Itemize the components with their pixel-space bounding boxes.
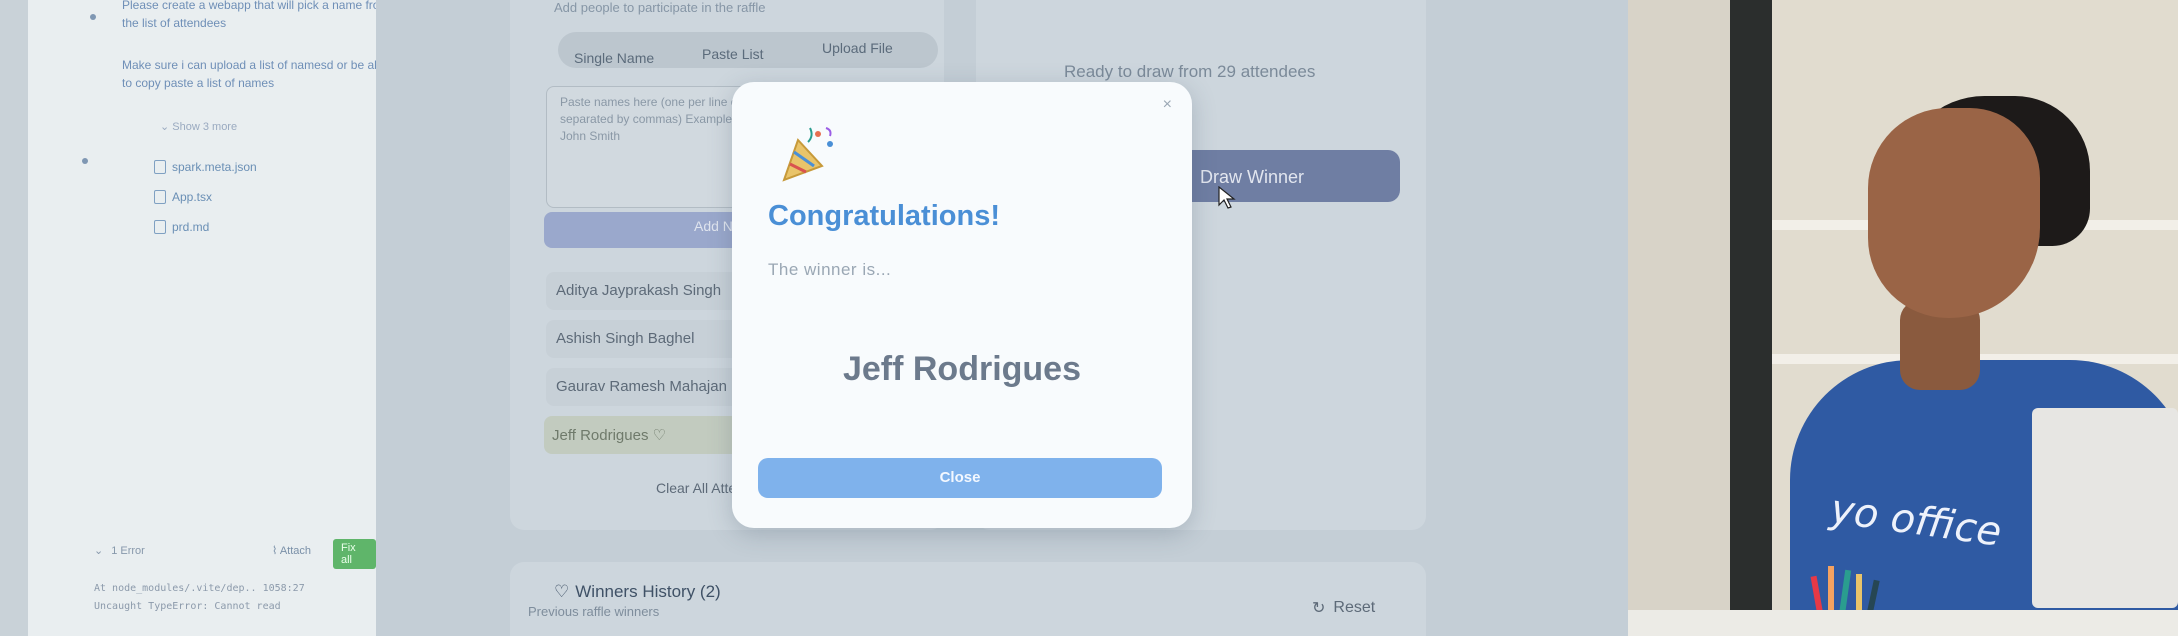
attendee-name: Ashish Singh Baghel (556, 330, 695, 347)
presenter-face (1868, 108, 2040, 318)
chevron-down-icon: ⌄ (94, 545, 104, 557)
textarea-placeholder: Paste names here (one per line or separa… (560, 95, 742, 143)
party-popper-icon (782, 127, 833, 182)
file-icon (154, 220, 166, 234)
laptop (2032, 408, 2178, 608)
participants-subtitle: Add people to participate in the raffle (554, 0, 766, 15)
paperclip-icon: ⌇ (272, 545, 278, 557)
attendee-name: Jeff Rodrigues ♡ (552, 427, 667, 444)
history-title: ♡ Winners History (2) (554, 582, 721, 601)
trophy-icon: ♡ (652, 427, 667, 444)
winner-name: Jeff Rodrigues (842, 350, 1082, 388)
dark-pillar (1730, 0, 1772, 610)
desk (1628, 610, 2178, 636)
error-toggle[interactable]: ⌄ 1 Error (94, 544, 145, 558)
file-item[interactable]: prd.md (154, 220, 209, 234)
ready-status: Ready to draw from 29 attendees (1064, 62, 1316, 81)
fix-all-button[interactable]: Fix all (333, 539, 376, 569)
winner-label: The winner is... (768, 260, 892, 279)
file-item[interactable]: App.tsx (154, 190, 212, 204)
chat-message-1: Please create a webapp that will pick a … (122, 0, 390, 30)
error-message: At node_modules/.vite/dep.. 1058:27 Unca… (94, 583, 305, 612)
projected-screen: Please create a webapp that will pick a … (0, 0, 1628, 636)
mouse-cursor-icon (1218, 186, 1236, 209)
attendee-name: Aditya Jayprakash Singh (556, 282, 722, 299)
tab-paste-list[interactable]: Paste List (702, 46, 763, 62)
close-icon[interactable]: × (1163, 96, 1172, 114)
close-button[interactable]: Close (758, 458, 1162, 498)
tab-upload-file[interactable]: Upload File (822, 40, 893, 56)
draw-winner-label: Draw Winner (1200, 167, 1305, 187)
file-bullet (82, 158, 88, 164)
dialog-title: Congratulations! (768, 200, 1000, 232)
message-bullet (90, 14, 96, 20)
history-subtitle: Previous raffle winners (528, 604, 660, 619)
trophy-icon: ♡ (554, 582, 570, 601)
attendee-name: Gaurav Ramesh Mahajan (556, 378, 727, 395)
tab-single-name[interactable]: Single Name (574, 50, 654, 66)
chat-message-2: Make sure i can upload a list of namesd … (122, 58, 391, 90)
refresh-icon: ↻ (1312, 600, 1326, 617)
file-icon (154, 160, 166, 174)
attach-button[interactable]: ⌇ Attach (272, 544, 311, 557)
chat-sidebar: Please create a webapp that will pick a … (28, 0, 390, 636)
file-icon (154, 190, 166, 204)
pen-holder-icon (1810, 566, 1880, 616)
file-item[interactable]: spark.meta.json (154, 160, 257, 174)
reset-button[interactable]: ↻ Reset (1312, 598, 1375, 618)
show-more-files-link[interactable]: ⌄ Show 3 more (160, 120, 237, 133)
winner-dialog: × Congratulations! The winner is... Jeff… (732, 82, 1192, 528)
